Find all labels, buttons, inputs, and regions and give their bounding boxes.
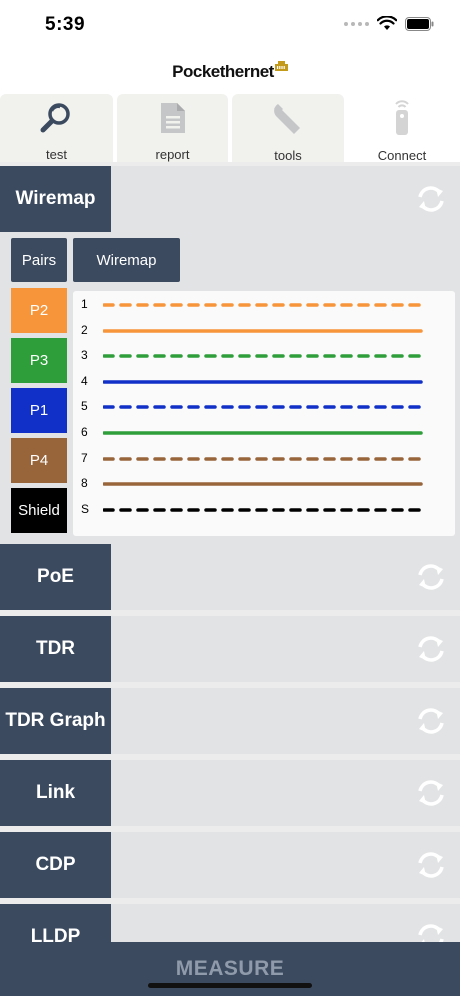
- section-cdp[interactable]: CDP: [0, 832, 460, 898]
- remote-device-icon: [395, 100, 409, 135]
- wire-line: [103, 354, 423, 358]
- tab-tools-label: tools: [274, 148, 302, 163]
- pair-shield: Shield: [11, 488, 67, 533]
- status-time: 5:39: [45, 14, 86, 35]
- wire-number: 7: [81, 450, 88, 465]
- pair-p4: P4: [11, 438, 67, 483]
- wire-number: 4: [81, 373, 88, 388]
- refresh-icon[interactable]: [416, 563, 446, 591]
- section-poe-title: PoE: [0, 544, 111, 610]
- wire-row: 5: [73, 395, 455, 420]
- wrench-icon: [274, 104, 300, 134]
- top-tab-bar: test report tools Connect: [0, 94, 460, 163]
- wiremap-diagram: 1 2 3 4 5 6 7 8 S: [73, 291, 455, 536]
- refresh-icon[interactable]: [416, 779, 446, 807]
- tab-connect-label: Connect: [377, 148, 427, 163]
- wire-number: S: [81, 501, 90, 516]
- wire-line: [103, 303, 423, 307]
- wiremap-view-button[interactable]: Wiremap: [73, 238, 180, 282]
- wifi-icon: [377, 16, 397, 30]
- measure-button[interactable]: MEASURE: [0, 942, 460, 996]
- pair-p1: P1: [11, 388, 67, 433]
- section-wiremap-title: Wiremap: [0, 166, 111, 232]
- wire-number: 8: [81, 476, 88, 491]
- section-tdr[interactable]: TDR: [0, 616, 460, 682]
- section-tdr-graph[interactable]: TDR Graph: [0, 688, 460, 754]
- wire-number: 6: [81, 425, 88, 439]
- pairs-button[interactable]: Pairs: [11, 238, 67, 282]
- test-content-area: Wiremap Pairs Wiremap P2 P3 P1 P4 Shield…: [0, 162, 460, 942]
- tab-connect[interactable]: Connect: [344, 94, 460, 163]
- status-bar: 5:39: [0, 0, 460, 50]
- section-link[interactable]: Link: [0, 760, 460, 826]
- section-wiremap[interactable]: Wiremap: [0, 166, 460, 232]
- section-cdp-title: CDP: [0, 832, 111, 898]
- refresh-icon[interactable]: [416, 707, 446, 735]
- refresh-icon[interactable]: [416, 923, 446, 942]
- wire-line: [103, 431, 423, 435]
- section-tdr-title: TDR: [0, 616, 111, 682]
- refresh-icon[interactable]: [416, 635, 446, 663]
- wire-line: [103, 508, 423, 512]
- pair-p2: P2: [11, 288, 67, 333]
- tab-test[interactable]: test: [0, 94, 113, 162]
- pair-p3: P3: [11, 338, 67, 383]
- wire-row: 7: [73, 447, 455, 472]
- wire-number: 2: [81, 322, 88, 337]
- home-indicator[interactable]: [148, 983, 312, 988]
- section-lldp[interactable]: LLDP: [0, 904, 460, 942]
- wire-row: 3: [73, 344, 455, 369]
- wire-row: 8: [73, 472, 455, 497]
- wire-row: 2: [73, 319, 455, 344]
- tab-report[interactable]: report: [117, 94, 228, 162]
- wiremap-body: Pairs Wiremap P2 P3 P1 P4 Shield 1 2 3 4 5 6 7…: [0, 232, 460, 544]
- wire-line: [103, 405, 423, 410]
- cellular-signal-icon: [344, 21, 369, 26]
- document-icon: [160, 102, 185, 133]
- wire-line: [103, 328, 423, 333]
- section-tdr-graph-title: TDR Graph: [0, 688, 111, 754]
- battery-icon: [405, 16, 434, 31]
- wire-line: [103, 482, 423, 486]
- wire-number: 5: [81, 399, 88, 414]
- wire-line: [103, 456, 423, 461]
- app-logo: Pockethernet: [0, 58, 460, 86]
- section-lldp-title: LLDP: [0, 904, 111, 942]
- logo-connector-icon: [274, 61, 288, 71]
- logo-text: Pockethernet: [172, 62, 274, 81]
- search-magnify-icon: [40, 102, 70, 132]
- tab-report-label: report: [155, 147, 190, 162]
- wire-row: 4: [73, 370, 455, 395]
- refresh-icon[interactable]: [416, 185, 446, 213]
- wire-line: [103, 380, 423, 384]
- wire-row: 1: [73, 293, 455, 318]
- wire-number: 1: [81, 297, 88, 311]
- section-link-title: Link: [0, 760, 111, 826]
- tab-test-label: test: [46, 147, 67, 162]
- wire-number: 3: [81, 348, 88, 363]
- section-poe[interactable]: PoE: [0, 544, 460, 610]
- measure-label: MEASURE: [175, 957, 285, 980]
- wire-row: S: [73, 498, 455, 523]
- status-indicators: [344, 16, 434, 31]
- tab-tools[interactable]: tools: [232, 94, 344, 163]
- refresh-icon[interactable]: [416, 851, 446, 879]
- wire-row: 6: [73, 421, 455, 446]
